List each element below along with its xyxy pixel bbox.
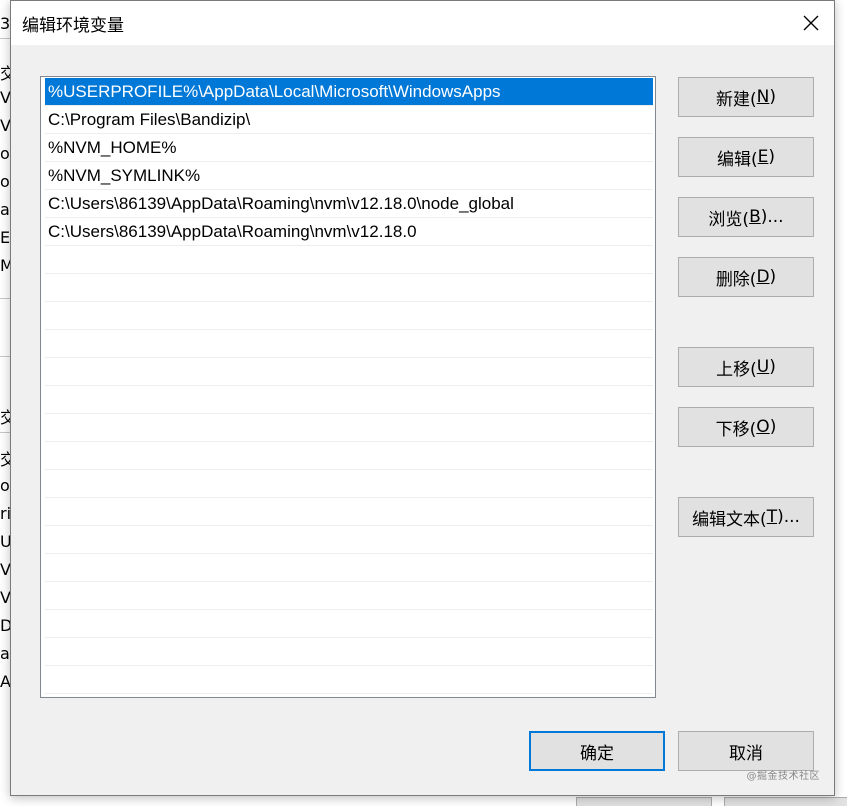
move-up-button[interactable]: 上移(U) xyxy=(678,347,814,387)
edit-text-button-accesskey: T xyxy=(766,507,778,527)
edit-button[interactable]: 编辑(E) xyxy=(678,137,814,177)
empty-list-row[interactable] xyxy=(45,246,653,274)
empty-list-row[interactable] xyxy=(45,302,653,330)
list-item[interactable]: %USERPROFILE%\AppData\Local\Microsoft\Wi… xyxy=(45,78,653,106)
ok-button[interactable]: 确定 xyxy=(529,731,665,771)
list-item[interactable]: C:\Users\86139\AppData\Roaming\nvm\v12.1… xyxy=(45,190,653,218)
title-bar: 编辑环境变量 xyxy=(11,1,834,45)
list-item[interactable]: C:\Program Files\Bandizip\ xyxy=(45,106,653,134)
move-down-button[interactable]: 下移(O) xyxy=(678,407,814,447)
empty-list-row[interactable] xyxy=(45,386,653,414)
edit-button-suffix: ) xyxy=(768,147,776,167)
bg-button xyxy=(576,797,712,806)
move-up-button-accesskey: U xyxy=(756,357,770,377)
edit-button-accesskey: E xyxy=(757,147,769,167)
empty-list-row[interactable] xyxy=(45,470,653,498)
new-button-suffix: ) xyxy=(769,87,776,107)
empty-list-row[interactable] xyxy=(45,638,653,666)
dialog-title: 编辑环境变量 xyxy=(22,16,124,36)
delete-button-accesskey: D xyxy=(756,267,770,287)
empty-list-row[interactable] xyxy=(45,666,653,694)
new-button-accesskey: N xyxy=(756,87,770,107)
list-item[interactable]: %NVM_HOME% xyxy=(45,134,653,162)
move-up-button-suffix: ) xyxy=(769,357,776,377)
empty-list-row[interactable] xyxy=(45,582,653,610)
move-down-button-suffix: ) xyxy=(769,417,777,437)
bg-button xyxy=(724,797,847,806)
edit-text-button[interactable]: 编辑文本(T)... xyxy=(678,497,814,537)
browse-button-accesskey: B xyxy=(749,207,761,227)
empty-list-row[interactable] xyxy=(45,358,653,386)
empty-list-row[interactable] xyxy=(45,274,653,302)
move-down-button-accesskey: O xyxy=(756,417,770,437)
path-entries-list[interactable]: %USERPROFILE%\AppData\Local\Microsoft\Wi… xyxy=(40,76,656,698)
close-button[interactable] xyxy=(788,1,834,45)
ok-button-label: 确定 xyxy=(580,743,614,764)
delete-button-label: 删除( xyxy=(715,269,757,290)
cancel-button[interactable]: 取消 xyxy=(678,731,814,771)
move-up-button-label: 上移( xyxy=(716,359,757,380)
empty-list-row[interactable] xyxy=(45,414,653,442)
empty-list-row[interactable] xyxy=(45,526,653,554)
edit-button-label: 编辑( xyxy=(716,149,758,170)
empty-list-row[interactable] xyxy=(45,498,653,526)
move-down-button-label: 下移( xyxy=(715,419,757,440)
edit-text-button-label: 编辑文本( xyxy=(692,509,767,530)
delete-button-suffix: ) xyxy=(769,267,777,287)
list-item[interactable]: %NVM_SYMLINK% xyxy=(45,162,653,190)
empty-list-row[interactable] xyxy=(45,554,653,582)
empty-list-row[interactable] xyxy=(45,610,653,638)
browse-button-suffix: )... xyxy=(760,207,784,227)
empty-list-row[interactable] xyxy=(45,442,653,470)
new-button[interactable]: 新建(N) xyxy=(678,77,814,117)
edit-text-button-suffix: )... xyxy=(777,507,800,527)
cancel-button-label: 取消 xyxy=(729,743,763,764)
empty-list-row[interactable] xyxy=(45,330,653,358)
browse-button-label: 浏览( xyxy=(708,209,750,230)
watermark: @掘金技术社区 xyxy=(746,771,820,782)
new-button-label: 新建( xyxy=(716,89,757,110)
delete-button[interactable]: 删除(D) xyxy=(678,257,814,297)
edit-environment-variable-dialog: 编辑环境变量 %USERPROFILE%\AppData\Local\Micro… xyxy=(10,0,835,796)
browse-button[interactable]: 浏览(B)... xyxy=(678,197,814,237)
list-item[interactable]: C:\Users\86139\AppData\Roaming\nvm\v12.1… xyxy=(45,218,653,246)
close-icon xyxy=(803,15,819,31)
